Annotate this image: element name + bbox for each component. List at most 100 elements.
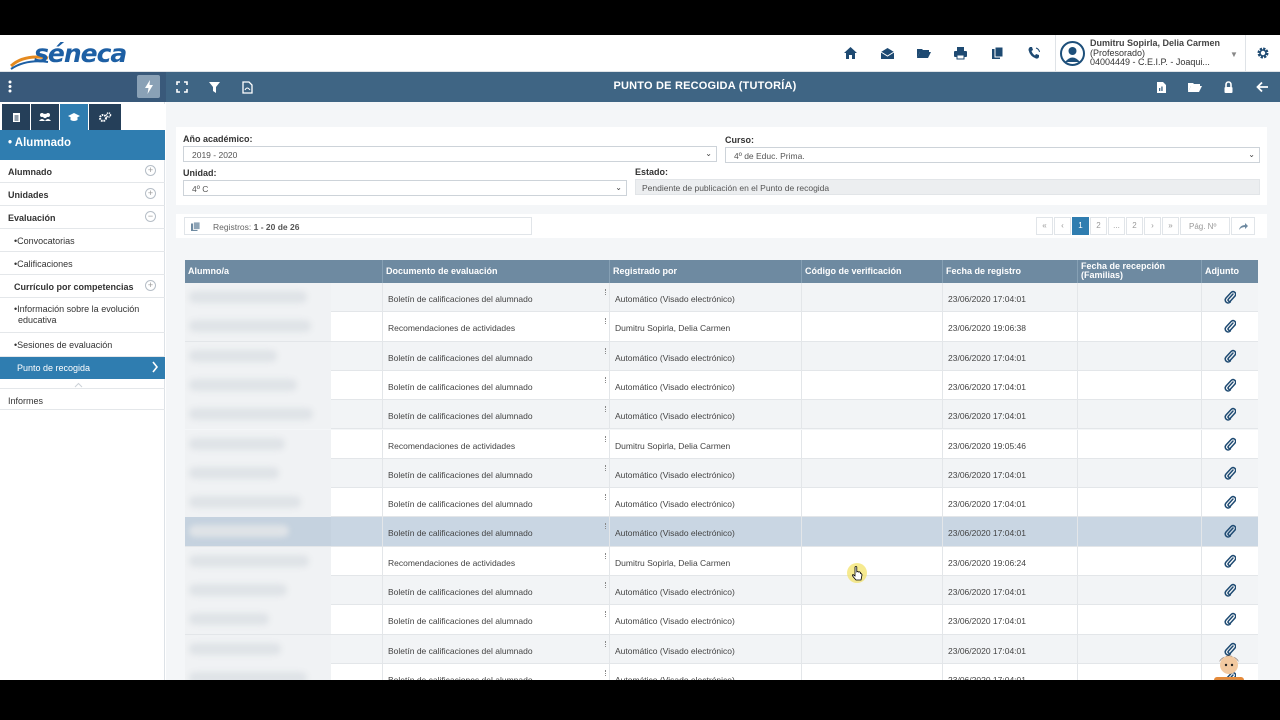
seneca-logo[interactable]: séneca bbox=[10, 38, 127, 70]
table-row[interactable]: Recomendaciones de actividades Dumitru So… bbox=[185, 429, 1258, 459]
settings-button[interactable] bbox=[1245, 35, 1280, 71]
paperclip-icon[interactable] bbox=[1224, 319, 1236, 334]
paperclip-icon[interactable] bbox=[1224, 349, 1236, 363]
printer-icon[interactable] bbox=[942, 35, 979, 71]
back-button[interactable] bbox=[1246, 72, 1279, 102]
envelope-icon[interactable] bbox=[869, 35, 906, 71]
collapse-icon[interactable]: − bbox=[145, 211, 156, 222]
cell-attachment[interactable] bbox=[1202, 312, 1258, 341]
cell-menu-icon[interactable] bbox=[605, 523, 607, 530]
cell-attachment[interactable] bbox=[1202, 459, 1258, 488]
prev-page-button[interactable]: ‹ bbox=[1054, 217, 1071, 235]
sidebar-item-unidades[interactable]: Unidades + bbox=[0, 183, 165, 206]
cell-menu-icon[interactable] bbox=[605, 347, 607, 354]
sidebar-item-evaluacion[interactable]: Evaluación − bbox=[0, 206, 165, 229]
cell-attachment[interactable] bbox=[1202, 371, 1258, 400]
open-folder-button[interactable] bbox=[1178, 72, 1211, 102]
sidebar-item-convocatorias[interactable]: •Convocatorias bbox=[0, 229, 165, 252]
col-verification-code[interactable]: Código de verificación bbox=[802, 260, 943, 283]
table-row[interactable]: Recomendaciones de actividades Dumitru So… bbox=[185, 546, 1258, 576]
cell-menu-icon[interactable] bbox=[605, 318, 607, 325]
sidebar-item-calificaciones[interactable]: •Calificaciones bbox=[0, 252, 165, 275]
cell-attachment[interactable] bbox=[1202, 547, 1258, 576]
table-row[interactable]: Boletín de calificaciones del alumnado Au… bbox=[185, 341, 1258, 371]
sidebar-item-punto-de-recogida[interactable]: Punto de recogida bbox=[0, 357, 165, 379]
paperclip-icon[interactable] bbox=[1224, 378, 1236, 392]
assistant-mascot-icon[interactable] bbox=[1206, 647, 1252, 680]
col-student[interactable]: Alumno/a bbox=[185, 260, 383, 283]
paperclip-icon[interactable] bbox=[1224, 407, 1236, 421]
table-row[interactable]: Boletín de calificaciones del alumnado Au… bbox=[185, 400, 1258, 430]
cell-menu-icon[interactable] bbox=[605, 406, 607, 413]
table-row[interactable]: Boletín de calificaciones del alumnado Au… bbox=[185, 488, 1258, 518]
col-registered-by[interactable]: Registrado por bbox=[610, 260, 802, 283]
sidebar-item-sesiones[interactable]: •Sesiones de evaluación bbox=[0, 333, 165, 357]
col-document[interactable]: Documento de evaluación bbox=[383, 260, 610, 283]
col-attachment[interactable]: Adjunto bbox=[1202, 260, 1258, 283]
cell-attachment[interactable] bbox=[1202, 430, 1258, 459]
sidebar-item-informes[interactable]: Informes bbox=[0, 388, 165, 410]
home-icon[interactable] bbox=[832, 35, 869, 71]
tab-settings[interactable] bbox=[89, 104, 121, 130]
paperclip-icon[interactable] bbox=[1224, 437, 1236, 451]
table-row[interactable]: Recomendaciones de actividades Dumitru So… bbox=[185, 312, 1258, 342]
copy-icon[interactable] bbox=[979, 35, 1016, 71]
paperclip-icon[interactable] bbox=[1224, 612, 1236, 627]
paperclip-icon[interactable] bbox=[1224, 554, 1236, 568]
tab-documents[interactable] bbox=[2, 104, 30, 130]
next-page-button[interactable]: › bbox=[1144, 217, 1161, 235]
cell-menu-icon[interactable] bbox=[605, 289, 607, 295]
page-button-last[interactable]: 2 bbox=[1126, 217, 1143, 235]
expand-icon[interactable]: + bbox=[145, 280, 156, 291]
expand-icon[interactable]: + bbox=[145, 188, 156, 199]
sidebar-item-evolucion[interactable]: •Información sobre la evolución educativ… bbox=[0, 298, 165, 333]
page-button-1[interactable]: 1 bbox=[1072, 217, 1089, 235]
year-select[interactable]: 2019 - 2020 ⌄ bbox=[183, 146, 717, 162]
folder-open-icon[interactable] bbox=[905, 35, 942, 71]
last-page-button[interactable]: » bbox=[1162, 217, 1179, 235]
unit-select[interactable]: 4º C ⌄ bbox=[183, 180, 627, 196]
cell-attachment[interactable] bbox=[1202, 605, 1258, 634]
paperclip-icon[interactable] bbox=[1224, 524, 1236, 539]
page-number-input[interactable]: Pág. Nº bbox=[1180, 217, 1230, 235]
cell-menu-icon[interactable] bbox=[605, 435, 607, 442]
table-row[interactable]: Boletín de calificaciones del alumnado Au… bbox=[185, 517, 1258, 547]
lock-button[interactable] bbox=[1212, 72, 1245, 102]
paperclip-icon[interactable] bbox=[1224, 466, 1236, 480]
paperclip-icon[interactable] bbox=[1224, 583, 1236, 597]
paperclip-icon[interactable] bbox=[1224, 290, 1236, 304]
first-page-button[interactable]: « bbox=[1036, 217, 1053, 235]
report-button[interactable] bbox=[1145, 72, 1178, 102]
table-row[interactable]: Boletín de calificaciones del alumnado Au… bbox=[185, 458, 1258, 489]
table-row[interactable]: Boletín de calificaciones del alumnado Au… bbox=[185, 663, 1258, 680]
cell-attachment[interactable] bbox=[1202, 488, 1258, 517]
phone-icon[interactable] bbox=[1015, 35, 1052, 71]
sidebar-item-curriculo[interactable]: Currículo por competencias + bbox=[0, 275, 165, 298]
col-reception-date[interactable]: Fecha de recepción (Familias) bbox=[1078, 260, 1202, 283]
cell-menu-icon[interactable] bbox=[605, 640, 607, 647]
tab-users[interactable] bbox=[31, 104, 59, 130]
sidebar-item-alumnado[interactable]: Alumnado + bbox=[0, 160, 165, 183]
cell-attachment[interactable] bbox=[1202, 283, 1258, 312]
table-row[interactable]: Boletín de calificaciones del alumnado Au… bbox=[185, 283, 1258, 313]
cell-attachment[interactable] bbox=[1202, 576, 1258, 605]
table-row[interactable]: Boletín de calificaciones del alumnado Au… bbox=[185, 370, 1258, 401]
cell-attachment[interactable] bbox=[1202, 517, 1258, 546]
col-registration-date[interactable]: Fecha de registro bbox=[943, 260, 1078, 283]
cell-attachment[interactable] bbox=[1202, 400, 1258, 429]
cell-menu-icon[interactable] bbox=[605, 669, 607, 676]
table-row[interactable]: Boletín de calificaciones del alumnado Au… bbox=[185, 605, 1258, 635]
cell-menu-icon[interactable] bbox=[605, 494, 607, 501]
cell-menu-icon[interactable] bbox=[605, 552, 607, 559]
paperclip-icon[interactable] bbox=[1224, 495, 1236, 509]
cell-menu-icon[interactable] bbox=[605, 582, 607, 588]
table-row[interactable]: Boletín de calificaciones del alumnado Au… bbox=[185, 576, 1258, 606]
cell-attachment[interactable] bbox=[1202, 342, 1258, 371]
go-page-button[interactable] bbox=[1231, 217, 1255, 235]
page-button-2[interactable]: 2 bbox=[1090, 217, 1107, 235]
user-menu[interactable]: Dumitru Sopirla, Delia Carmen (Profesora… bbox=[1055, 35, 1245, 71]
cell-menu-icon[interactable] bbox=[605, 376, 607, 383]
tab-education[interactable] bbox=[60, 104, 88, 130]
table-row[interactable]: Boletín de calificaciones del alumnado Au… bbox=[185, 634, 1258, 664]
course-select[interactable]: 4º de Educ. Prima. ⌄ bbox=[725, 147, 1260, 163]
